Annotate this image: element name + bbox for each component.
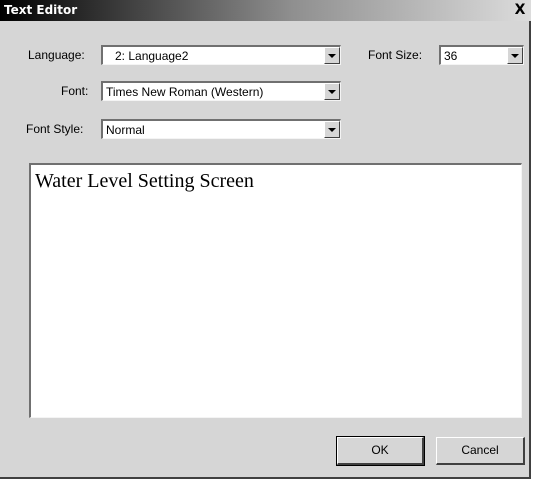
font-label: Font: [61, 84, 89, 98]
font-style-value: Normal [106, 123, 145, 137]
language-select[interactable]: 2: Language2 [101, 45, 341, 65]
chevron-down-icon[interactable] [324, 121, 340, 138]
font-select[interactable]: Times New Roman (Western) [101, 81, 341, 101]
text-editor-dialog: Text Editor X Language: 2: Language2 Fon… [0, 0, 531, 479]
font-style-select[interactable]: Normal [101, 119, 341, 139]
font-value: Times New Roman (Western) [106, 85, 264, 99]
text-edit-area[interactable]: Water Level Setting Screen [29, 163, 522, 418]
font-size-select[interactable]: 36 [439, 45, 524, 65]
chevron-down-icon[interactable] [324, 83, 340, 100]
language-value: 2: Language2 [115, 49, 189, 63]
editor-text[interactable]: Water Level Setting Screen [35, 170, 254, 193]
chevron-down-icon[interactable] [507, 47, 523, 64]
window-title: Text Editor [4, 3, 78, 17]
title-bar[interactable]: Text Editor X [0, 0, 531, 21]
font-size-value: 36 [444, 49, 458, 63]
ok-button[interactable]: OK [336, 436, 425, 466]
close-icon[interactable]: X [511, 1, 529, 19]
font-style-label: Font Style: [26, 122, 84, 136]
cancel-button[interactable]: Cancel [436, 437, 525, 465]
language-label: Language: [28, 48, 85, 62]
chevron-down-icon[interactable] [324, 47, 340, 64]
font-size-label: Font Size: [368, 48, 423, 62]
